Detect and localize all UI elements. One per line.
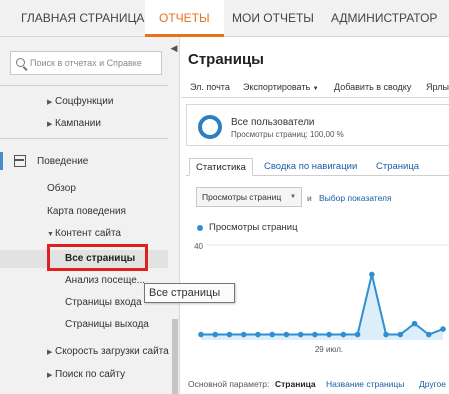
tab-home[interactable]: ГЛАВНАЯ СТРАНИЦА xyxy=(21,0,144,36)
tab-reports[interactable]: ОТЧЕТЫ xyxy=(145,0,224,37)
tooltip: Все страницы xyxy=(144,283,235,303)
search-input[interactable] xyxy=(30,54,158,72)
data-point[interactable] xyxy=(369,271,375,278)
add-to-dashboard-button[interactable]: Добавить в сводку xyxy=(334,82,411,92)
sidebar-item-campaigns[interactable]: ▶ Кампании xyxy=(47,118,101,129)
chevron-down-icon: ▼ xyxy=(290,194,296,200)
shortcut-button[interactable]: Ярлы xyxy=(426,82,449,92)
tab-my-reports[interactable]: МОИ ОТЧЕТЫ xyxy=(232,0,314,36)
sidebar-item-label: Соцфункции xyxy=(55,96,114,107)
collapse-sidebar-icon[interactable]: ◀ xyxy=(168,41,179,55)
data-point[interactable] xyxy=(440,326,446,332)
primary-dimension-label: Основной параметр: xyxy=(188,379,270,389)
data-point[interactable] xyxy=(283,331,290,338)
caret-right-icon: ▶ xyxy=(47,99,53,106)
chevron-down-icon: ▼ xyxy=(312,86,319,92)
sidebar-item-site-speed[interactable]: ▶ Скорость загрузки сайта xyxy=(47,346,169,357)
sidebar-divider xyxy=(0,85,168,86)
data-point[interactable] xyxy=(255,331,261,338)
metric-select-value: Просмотры страниц xyxy=(202,192,282,202)
export-label: Экспортировать xyxy=(243,82,311,92)
sidebar-item-landing-pages[interactable]: Страницы входа xyxy=(65,297,142,308)
main-panel: Страницы Эл. почта Экспортировать ▼ Доба… xyxy=(181,37,449,394)
data-point[interactable] xyxy=(397,331,404,338)
segment-subtitle: Просмотры страниц: 100,00 % xyxy=(231,130,344,139)
tab-page[interactable]: Страница xyxy=(376,158,419,176)
data-point[interactable] xyxy=(226,331,233,338)
caret-right-icon: ▶ xyxy=(47,121,53,128)
data-point[interactable] xyxy=(411,320,418,327)
segment-ring-icon xyxy=(198,115,222,139)
page-title: Страницы xyxy=(188,51,264,68)
caret-right-icon: ▶ xyxy=(47,349,53,356)
data-point[interactable] xyxy=(269,331,275,338)
data-point[interactable] xyxy=(312,331,318,338)
sidebar-scrollbar[interactable] xyxy=(172,319,178,394)
sidebar-item-site-search[interactable]: ▶ Поиск по сайту xyxy=(47,369,125,380)
behavior-icon xyxy=(14,155,26,167)
and-label: и xyxy=(307,193,312,203)
tab-statistics[interactable]: Статистика xyxy=(189,158,253,176)
active-section-marker xyxy=(0,152,3,170)
search-icon xyxy=(16,58,25,67)
sidebar-item-label: Контент сайта xyxy=(55,228,121,239)
sidebar-item-label: Скорость загрузки сайта xyxy=(55,346,169,357)
sidebar: ◀ ▶Соцфункции ▶Кампании Поведение Обзор … xyxy=(0,37,180,394)
primary-dimension-value[interactable]: Страница xyxy=(275,379,316,389)
data-point[interactable] xyxy=(354,331,361,338)
report-toolbar: Эл. почта Экспортировать ▼ Добавить в св… xyxy=(181,77,449,97)
pick-metric-link[interactable]: Выбор показателя xyxy=(319,193,392,203)
data-point[interactable] xyxy=(198,331,204,338)
email-button[interactable]: Эл. почта xyxy=(190,82,230,92)
page-title-dimension-link[interactable]: Название страницы xyxy=(326,379,404,389)
export-button[interactable]: Экспортировать ▼ xyxy=(243,82,319,92)
data-point[interactable] xyxy=(383,331,389,338)
sidebar-item-exit-pages[interactable]: Страницы выхода xyxy=(65,319,149,330)
segment-title: Все пользователи xyxy=(231,117,315,128)
legend-dot-icon xyxy=(197,225,203,231)
segment-card[interactable] xyxy=(186,104,449,146)
data-point[interactable] xyxy=(425,331,432,338)
other-dimension-link[interactable]: Другое xyxy=(419,379,446,389)
chart-marks xyxy=(198,271,446,340)
series-line xyxy=(201,274,444,336)
toolbar-divider xyxy=(181,97,449,98)
data-point[interactable] xyxy=(326,331,332,338)
search-box xyxy=(10,51,162,75)
sidebar-item-social[interactable]: ▶ Соцфункции xyxy=(47,96,113,107)
sidebar-item-behavior[interactable]: Поведение xyxy=(37,156,88,167)
y-tick-label: 40 xyxy=(194,242,203,251)
data-point[interactable] xyxy=(297,331,304,338)
sidebar-item-site-content[interactable]: ▼Контент сайта xyxy=(47,228,121,239)
sidebar-item-content-drilldown[interactable]: Анализ посеще... xyxy=(65,275,145,286)
sidebar-item-overview[interactable]: Обзор xyxy=(47,183,76,194)
data-point[interactable] xyxy=(212,331,219,338)
sidebar-item-label: Кампании xyxy=(55,118,101,129)
sidebar-divider xyxy=(0,138,168,139)
data-point[interactable] xyxy=(240,331,247,338)
highlight-box xyxy=(47,244,148,271)
sidebar-item-behavior-flow[interactable]: Карта поведения xyxy=(47,206,126,217)
legend-label: Просмотры страниц xyxy=(209,222,298,233)
tab-admin[interactable]: АДМИНИСТРАТОР xyxy=(331,0,437,36)
metric-select[interactable]: Просмотры страниц ▼ xyxy=(196,187,302,207)
top-navigation: ГЛАВНАЯ СТРАНИЦА ОТЧЕТЫ МОИ ОТЧЕТЫ АДМИН… xyxy=(0,0,449,37)
x-tick-label: 29 июл. xyxy=(315,345,343,354)
tab-navigation-summary[interactable]: Сводка по навигации xyxy=(264,158,357,176)
caret-down-icon: ▼ xyxy=(47,231,54,238)
sidebar-item-label: Поиск по сайту xyxy=(55,369,126,380)
caret-right-icon: ▶ xyxy=(47,372,53,379)
data-point[interactable] xyxy=(340,331,347,338)
